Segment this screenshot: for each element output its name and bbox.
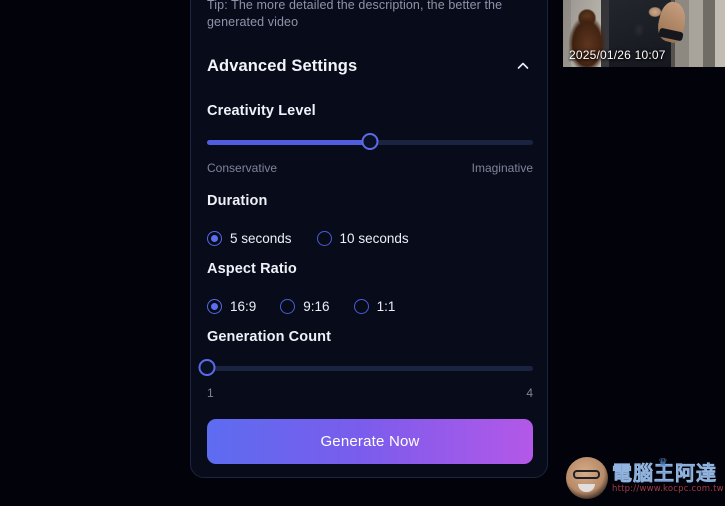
site-watermark: 電腦王阿達 http://www.kocpc.com.tw ♛ (566, 455, 724, 501)
generate-now-button[interactable]: Generate Now (207, 419, 533, 464)
aspect-ratio-radio-16-9[interactable] (207, 298, 222, 314)
creativity-slider-thumb[interactable] (361, 133, 379, 150)
duration-radio-5s[interactable] (207, 230, 222, 246)
aspect-ratio-label-16-9: 16:9 (230, 298, 257, 314)
aspect-ratio-option-16-9[interactable]: 16:9 (207, 298, 257, 314)
duration-label: Duration (207, 193, 268, 209)
generation-count-max-label: 4 (526, 386, 533, 400)
app-root: Tip: The more detailed the description, … (0, 0, 725, 506)
prompt-tip-text: Tip: The more detailed the description, … (207, 0, 503, 29)
advanced-settings-panel: Tip: The more detailed the description, … (190, 0, 548, 478)
video-thumbnail[interactable]: 2025/01/26 10:07 (563, 0, 725, 67)
advanced-settings-title: Advanced Settings (207, 56, 358, 75)
duration-label-5s: 5 seconds (230, 230, 292, 246)
watermark-url: http://www.kocpc.com.tw (612, 484, 724, 494)
generation-count-label: Generation Count (207, 329, 332, 345)
generation-count-slider-track[interactable] (207, 366, 533, 371)
duration-label-10s: 10 seconds (339, 230, 409, 246)
aspect-ratio-label-1-1: 1:1 (376, 298, 396, 314)
aspect-ratio-radio-9-16[interactable] (280, 298, 296, 314)
thumbnail-timestamp: 2025/01/26 10:07 (569, 48, 666, 62)
creativity-level-label: Creativity Level (207, 103, 316, 119)
chevron-up-icon[interactable] (513, 56, 533, 76)
generation-count-min-label: 1 (207, 386, 214, 400)
watermark-text: 電腦王阿達 http://www.kocpc.com.tw (612, 462, 724, 494)
duration-radio-10s[interactable] (316, 230, 332, 246)
generation-count-range-labels: 1 4 (207, 386, 533, 400)
creativity-level-slider[interactable] (207, 133, 533, 151)
creativity-min-label: Conservative (207, 161, 278, 175)
panel-content: Tip: The more detailed the description, … (191, 0, 547, 477)
duration-option-10-seconds[interactable]: 10 seconds (316, 230, 409, 246)
aspect-ratio-radio-group: 16:9 9:16 1:1 (207, 295, 533, 317)
generation-count-slider-thumb[interactable] (198, 359, 216, 376)
crown-icon: ♛ (658, 457, 668, 469)
creativity-slider-fill (207, 140, 370, 145)
duration-radio-group: 5 seconds 10 seconds (207, 227, 533, 249)
duration-option-5-seconds[interactable]: 5 seconds (207, 230, 292, 246)
generation-count-slider[interactable] (198, 359, 533, 377)
aspect-ratio-option-9-16[interactable]: 9:16 (280, 298, 330, 314)
aspect-ratio-label-9-16: 9:16 (303, 298, 330, 314)
aspect-ratio-option-1-1[interactable]: 1:1 (353, 298, 396, 314)
watermark-avatar-icon (566, 457, 608, 499)
aspect-ratio-label: Aspect Ratio (207, 261, 297, 277)
creativity-range-labels: Conservative Imaginative (207, 161, 533, 175)
creativity-max-label: Imaginative (471, 161, 533, 175)
aspect-ratio-radio-1-1[interactable] (353, 298, 369, 314)
advanced-settings-toggle[interactable]: Advanced Settings (207, 51, 533, 81)
